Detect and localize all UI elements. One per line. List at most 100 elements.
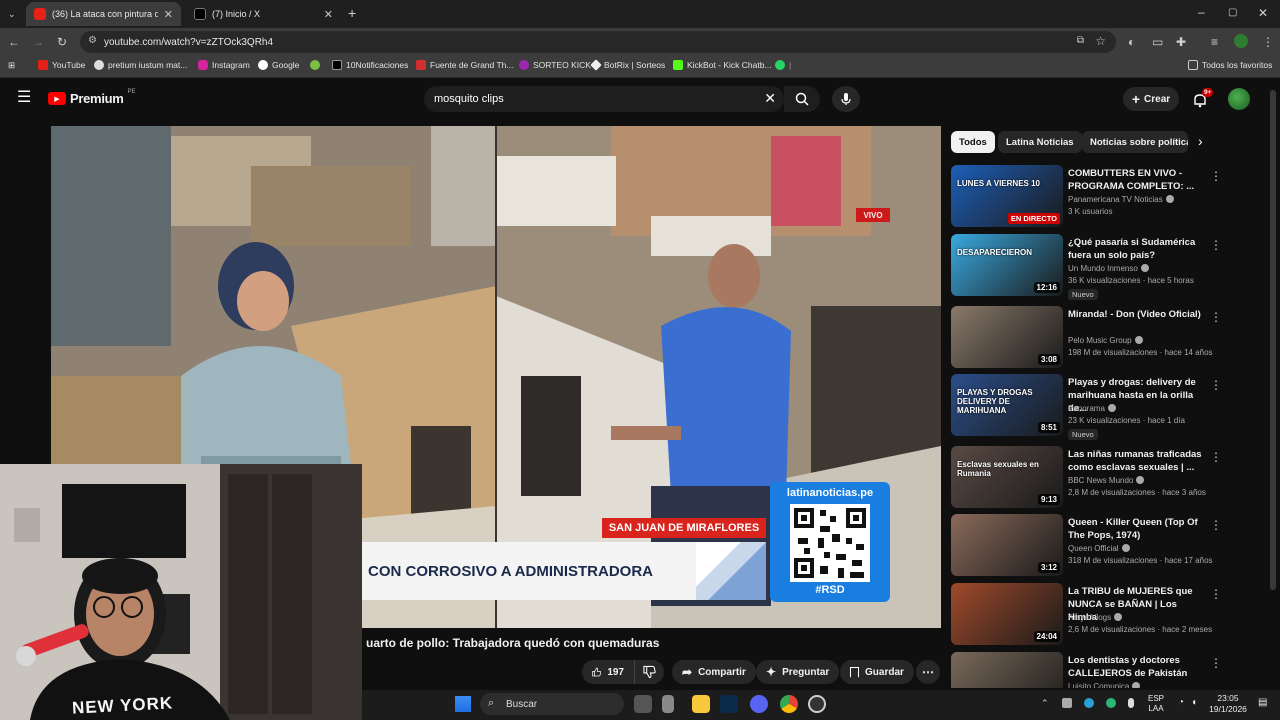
bookmark-google[interactable]: Google (258, 60, 299, 70)
ask-button[interactable]: ✦ Preguntar (756, 660, 840, 684)
tab-youtube[interactable]: (36) La ataca con pintura dañina ✕ (26, 2, 181, 26)
recommendation-item[interactable]: DESAPARECIERON 12:16 ¿Qué pasaría si Sudam… (951, 234, 1222, 300)
discord-icon[interactable] (750, 695, 768, 713)
video-thumbnail[interactable]: PLAYAS Y DROGAS DELIVERY DE MARIHUANA 8:5… (951, 374, 1063, 436)
save-button[interactable]: Guardar (840, 660, 914, 684)
bookmark-whatsapp[interactable]: | (775, 60, 791, 70)
restore-icon[interactable]: ▢ (1228, 7, 1237, 19)
recommendation-item[interactable]: 24:04 La TRIBU de MUJERES que NUNCA se BA… (951, 583, 1222, 645)
chrome-icon[interactable] (780, 695, 798, 713)
photoshop-icon[interactable] (720, 695, 738, 713)
back-icon[interactable]: ← (8, 36, 20, 48)
extension-icon[interactable]: ◐ (1128, 36, 1135, 48)
tray-overflow-icon[interactable]: ⌃ (1041, 698, 1049, 709)
install-app-icon[interactable]: ⧉ (1077, 35, 1084, 46)
tray-icon[interactable] (1062, 698, 1072, 708)
voice-search-button[interactable] (832, 86, 860, 112)
hamburger-menu-icon[interactable]: ☰ (17, 90, 31, 106)
close-tab-icon[interactable]: ✕ (324, 8, 333, 21)
taskbar-search[interactable]: ⌕ Buscar (480, 693, 624, 715)
tab-list-icon[interactable]: ⌄ (8, 8, 16, 20)
extension-icon[interactable]: ▭ (1152, 36, 1163, 48)
more-actions-button[interactable]: ⋯ (916, 660, 940, 684)
close-tab-icon[interactable]: ✕ (164, 8, 173, 21)
all-bookmarks[interactable]: Todos los favoritos (1188, 60, 1272, 70)
youtube-logo[interactable]: ▶ Premium PE (48, 89, 136, 106)
recommendation-item[interactable]: PLAYAS Y DROGAS DELIVERY DE MARIHUANA 8:5… (951, 374, 1222, 440)
dislike-button[interactable] (634, 660, 664, 684)
file-explorer-icon[interactable] (692, 695, 710, 713)
recommendation-item[interactable]: Esclavas sexuales en Rumania 9:13 Las niña… (951, 446, 1222, 508)
address-bar[interactable]: ⚙ youtube.com/watch?v=zZTOck3QRh4 ⧉ ☆ (80, 31, 1116, 53)
account-avatar[interactable] (1228, 88, 1250, 110)
video-thumbnail[interactable]: DESAPARECIERON 12:16 (951, 234, 1063, 296)
windows-start-icon[interactable] (455, 696, 471, 712)
profile-avatar[interactable] (1234, 34, 1248, 48)
bookmark-star-icon[interactable]: ☆ (1095, 34, 1106, 48)
browser-menu-icon[interactable]: ⋮ (1262, 36, 1274, 48)
tray-icon[interactable] (1084, 698, 1094, 708)
wifi-icon[interactable]: ◔ (1178, 697, 1184, 708)
tray-icon[interactable] (1106, 698, 1116, 708)
video-thumbnail[interactable]: 3:08 (951, 306, 1063, 368)
bookmark-botrix[interactable]: BotRix | Sorteos (590, 59, 665, 71)
search-input[interactable]: mosquito clips ✕ (424, 86, 784, 112)
more-options-icon[interactable]: ⋮ (1210, 587, 1222, 601)
more-options-icon[interactable]: ⋮ (1210, 310, 1222, 324)
app-icon[interactable] (662, 695, 674, 713)
apps-grid-icon[interactable]: ⊞ (8, 60, 15, 71)
notification-center-icon[interactable]: ▤ (1258, 697, 1267, 708)
new-tab-icon[interactable]: + (348, 6, 356, 20)
bookmark-10notificaciones[interactable]: 10Notificaciones (332, 60, 408, 70)
notifications-button[interactable]: 9+ (1192, 88, 1214, 108)
task-view-icon[interactable] (634, 695, 652, 713)
bookmark-youtube[interactable]: YouTube (38, 60, 85, 70)
video-thumbnail[interactable]: Esclavas sexuales en Rumania 9:13 (951, 446, 1063, 508)
clear-search-icon[interactable]: ✕ (764, 90, 776, 107)
more-options-icon[interactable]: ⋮ (1210, 450, 1222, 464)
reload-icon[interactable]: ↻ (57, 36, 67, 48)
video-thumbnail[interactable]: 24:04 (951, 583, 1063, 645)
search-button[interactable] (784, 86, 820, 112)
recommendation-item[interactable]: Los dentistas y doctores CALLEJEROS de P… (951, 652, 1221, 688)
chip-politics[interactable]: Noticias sobre política (1082, 131, 1188, 153)
channel-label: Araya Vlogs (1068, 613, 1112, 622)
more-options-icon[interactable]: ⋮ (1210, 518, 1222, 532)
extensions-puzzle-icon[interactable]: ✚ (1176, 36, 1186, 48)
like-button[interactable]: 197 (582, 660, 634, 684)
video-thumbnail[interactable] (951, 652, 1063, 688)
microphone-icon[interactable] (1128, 698, 1134, 708)
chip-all[interactable]: Todos (951, 131, 995, 153)
reading-list-icon[interactable]: ≡ (1211, 36, 1218, 48)
more-options-icon[interactable]: ⋮ (1210, 656, 1221, 670)
page-scrollbar[interactable] (1270, 90, 1276, 590)
more-options-icon[interactable]: ⋮ (1210, 169, 1222, 183)
forward-icon[interactable]: → (32, 36, 44, 48)
chevron-right-icon[interactable]: › (1198, 133, 1203, 149)
taskbar-clock[interactable]: 23:05 19/1/2026 (1196, 693, 1260, 715)
bookmark-sorteo-kick[interactable]: SORTEO KICK (519, 60, 591, 70)
close-window-icon[interactable]: ✕ (1258, 7, 1268, 19)
bookmark-instagram[interactable]: Instagram (198, 60, 250, 70)
bookmark-pinwheel[interactable] (310, 60, 320, 70)
recommendation-item[interactable]: LUNES A VIERNES 10 EN DIRECTO COMBUTTERS E… (951, 165, 1222, 227)
app-icon[interactable] (808, 695, 826, 713)
save-label: Guardar (865, 666, 904, 678)
video-thumbnail[interactable]: 3:12 (951, 514, 1063, 576)
video-thumbnail[interactable]: LUNES A VIERNES 10 EN DIRECTO (951, 165, 1063, 227)
more-options-icon[interactable]: ⋮ (1210, 378, 1222, 392)
tab-x[interactable]: (7) Inicio / X ✕ (186, 2, 341, 26)
minimize-icon[interactable]: – (1198, 6, 1205, 18)
bookmark-pretium[interactable]: pretium iustum mat... (94, 60, 187, 70)
recommendation-item[interactable]: 3:08 Miranda! - Don (Video Oficial) Pelo M… (951, 306, 1222, 368)
language-indicator[interactable]: ESP LAA (1148, 694, 1164, 714)
bookmark-grand-theft[interactable]: Fuente de Grand Th... (416, 60, 513, 70)
recommendation-item[interactable]: 3:12 Queen - Killer Queen (Top Of The Pop… (951, 514, 1222, 576)
site-info-icon[interactable]: ⚙ (88, 35, 97, 46)
chip-latina-noticias[interactable]: Latina Noticias (998, 131, 1082, 153)
share-button[interactable]: ➦ Compartir (672, 660, 756, 684)
chip-label: Latina Noticias (1006, 136, 1074, 148)
create-button[interactable]: + Crear (1123, 87, 1179, 111)
bookmark-kickbot[interactable]: KickBot - Kick Chatb... (673, 60, 772, 70)
more-options-icon[interactable]: ⋮ (1210, 238, 1222, 252)
